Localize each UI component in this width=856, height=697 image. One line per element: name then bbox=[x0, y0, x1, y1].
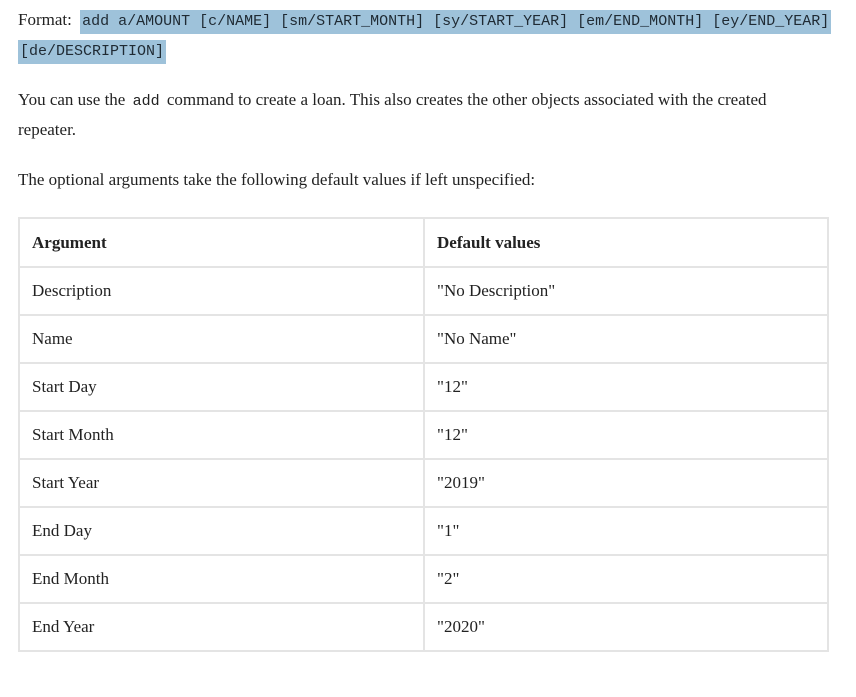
default-value-cell: "12" bbox=[423, 362, 829, 412]
table-row: Start Month "12" bbox=[18, 410, 829, 460]
argument-cell: Description bbox=[18, 266, 425, 316]
table-row: End Month "2" bbox=[18, 554, 829, 604]
header-default-values: Default values bbox=[423, 217, 829, 268]
default-value-cell: "1" bbox=[423, 506, 829, 556]
command-description: You can use the add command to create a … bbox=[18, 86, 828, 144]
argument-cell: Start Month bbox=[18, 410, 425, 460]
defaults-intro: The optional arguments take the followin… bbox=[18, 170, 536, 189]
default-value-cell: "12" bbox=[423, 410, 829, 460]
default-value-cell: "No Name" bbox=[423, 314, 829, 364]
default-value-cell: "2" bbox=[423, 554, 829, 604]
argument-cell: End Day bbox=[18, 506, 425, 556]
table-header-row: Argument Default values bbox=[18, 217, 829, 268]
table-row: Start Day "12" bbox=[18, 362, 829, 412]
default-values-table: Argument Default values Description "No … bbox=[18, 217, 829, 652]
default-value-cell: "No Description" bbox=[423, 266, 829, 316]
header-argument: Argument bbox=[18, 217, 425, 268]
table-row: Name "No Name" bbox=[18, 314, 829, 364]
table-row: End Day "1" bbox=[18, 506, 829, 556]
description-text-before: You can use the bbox=[18, 90, 126, 109]
argument-cell: Start Day bbox=[18, 362, 425, 412]
argument-cell: Start Year bbox=[18, 458, 425, 508]
table-row: End Year "2020" bbox=[18, 602, 829, 652]
default-value-cell: "2019" bbox=[423, 458, 829, 508]
add-command-code: add bbox=[132, 93, 160, 110]
format-label: Format: bbox=[18, 10, 72, 29]
argument-cell: Name bbox=[18, 314, 425, 364]
format-syntax: add a/AMOUNT [c/NAME] [sm/START_MONTH] [… bbox=[18, 10, 832, 64]
table-row: Start Year "2019" bbox=[18, 458, 829, 508]
table-row: Description "No Description" bbox=[18, 266, 829, 316]
format-line: Format: add a/AMOUNT [c/NAME] [sm/START_… bbox=[18, 6, 838, 66]
default-value-cell: "2020" bbox=[423, 602, 829, 652]
argument-cell: End Month bbox=[18, 554, 425, 604]
argument-cell: End Year bbox=[18, 602, 425, 652]
